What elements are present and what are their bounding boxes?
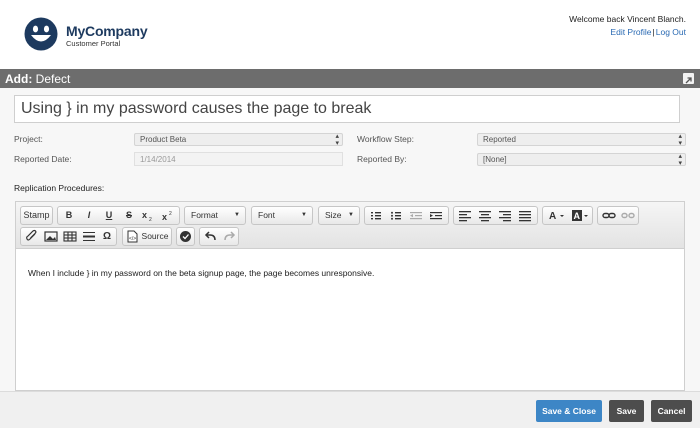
- workflow-step-value: Reported: [483, 135, 516, 144]
- text-color-icon: A: [549, 211, 564, 222]
- special-character-button[interactable]: Ω: [99, 228, 115, 245]
- reported-by-value: [None]: [483, 155, 507, 164]
- svg-text:A: A: [549, 211, 556, 222]
- bulleted-list-icon[interactable]: [388, 207, 404, 224]
- redo-icon[interactable]: [221, 228, 237, 245]
- underline-button[interactable]: U: [100, 207, 118, 224]
- color-group: A A: [542, 206, 593, 225]
- list-indent-group: [364, 206, 449, 225]
- svg-text:2: 2: [149, 217, 152, 222]
- reported-date-label: Reported Date:: [14, 154, 72, 164]
- account-links: Edit Profile|Log Out: [610, 27, 686, 37]
- superscript-button[interactable]: x2: [160, 207, 178, 224]
- subscript-icon: x2: [142, 210, 152, 223]
- company-name: MyCompany: [66, 23, 148, 39]
- dialog-title-prefix: Add:: [5, 72, 33, 86]
- chevron-down-icon: ▼: [301, 212, 307, 218]
- strikethrough-button[interactable]: S: [120, 207, 138, 224]
- link-separator: |: [652, 27, 655, 37]
- stamp-button[interactable]: Stamp: [20, 206, 53, 225]
- svg-text:</>: </>: [129, 236, 136, 242]
- workflow-step-label: Workflow Step:: [357, 134, 415, 144]
- source-document-icon: </>: [127, 230, 138, 243]
- reported-by-select[interactable]: [None] ▴ ▾: [477, 153, 686, 167]
- svg-text:x: x: [162, 212, 167, 222]
- app-header: MyCompany Customer Portal Welcome back V…: [0, 0, 700, 68]
- editor-content[interactable]: When I include } in my password on the b…: [28, 268, 374, 278]
- undo-icon[interactable]: [203, 228, 219, 245]
- image-icon[interactable]: [43, 228, 59, 245]
- select-arrows-icon: ▴ ▾: [335, 133, 339, 147]
- defect-title-input[interactable]: [14, 95, 680, 123]
- italic-button[interactable]: I: [80, 207, 98, 224]
- form-area: Project: Product Beta ▴▾ Workflow Step: …: [0, 88, 700, 391]
- background-color-icon: A: [571, 210, 588, 221]
- cancel-button[interactable]: Cancel: [651, 400, 692, 422]
- save-and-close-button[interactable]: Save & Close: [536, 400, 602, 422]
- link-group: [597, 206, 639, 225]
- source-button[interactable]: </> Source: [122, 227, 172, 246]
- alignment-group: [453, 206, 538, 225]
- history-group: [199, 227, 239, 246]
- dialog-title-entity: Defect: [35, 72, 71, 86]
- chevron-down-icon: ▼: [234, 212, 240, 218]
- bold-button[interactable]: B: [60, 207, 78, 224]
- expand-window-button[interactable]: [683, 73, 694, 84]
- smiley-logo-icon: [24, 17, 58, 51]
- svg-text:A: A: [573, 211, 580, 221]
- format-dropdown-label: Format: [191, 210, 218, 220]
- unlink-icon[interactable]: [620, 207, 636, 224]
- size-dropdown[interactable]: Size ▼: [318, 206, 360, 225]
- subscript-button[interactable]: x2: [140, 207, 158, 224]
- save-button[interactable]: Save: [609, 400, 644, 422]
- format-dropdown[interactable]: Format ▼: [184, 206, 246, 225]
- company-subtitle: Customer Portal: [66, 39, 121, 48]
- project-select[interactable]: Product Beta ▴ ▾: [134, 133, 343, 147]
- dialog-title: Add: Defect: [5, 72, 70, 86]
- link-icon[interactable]: [601, 207, 617, 224]
- replication-procedures-label: Replication Procedures:: [14, 183, 105, 193]
- project-label: Project:: [14, 134, 43, 144]
- project-select-value: Product Beta: [140, 135, 187, 144]
- expand-arrow-icon: [685, 77, 692, 84]
- replication-editor: Stamp B I U S x2 x2 Format ▼ Font ▼ Size…: [15, 201, 685, 391]
- justify-icon[interactable]: [517, 207, 533, 224]
- edit-profile-link[interactable]: Edit Profile: [610, 27, 651, 37]
- horizontal-rule-icon[interactable]: [81, 228, 97, 245]
- dialog-titlebar: Add: Defect: [0, 69, 700, 88]
- select-arrows-icon: ▴ ▾: [678, 133, 682, 147]
- welcome-message: Welcome back Vincent Blanch.: [569, 14, 686, 24]
- indent-icon[interactable]: [428, 207, 444, 224]
- table-icon[interactable]: [62, 228, 78, 245]
- background-color-button[interactable]: A: [569, 207, 592, 224]
- spellcheck-button[interactable]: [176, 227, 195, 246]
- align-center-icon[interactable]: [477, 207, 493, 224]
- workflow-step-select[interactable]: Reported ▴ ▾: [477, 133, 686, 147]
- size-dropdown-label: Size: [325, 210, 342, 220]
- editor-toolbar: Stamp B I U S x2 x2 Format ▼ Font ▼ Size…: [16, 202, 684, 249]
- reported-by-label: Reported By:: [357, 154, 407, 164]
- font-dropdown[interactable]: Font ▼: [251, 206, 313, 225]
- superscript-icon: x2: [162, 211, 172, 222]
- font-dropdown-label: Font: [258, 210, 276, 220]
- source-label: Source: [141, 231, 169, 241]
- stamp-label: Stamp: [23, 210, 50, 220]
- dialog-footer: Save & Close Save Cancel: [0, 391, 700, 428]
- text-color-button[interactable]: A: [545, 207, 568, 224]
- svg-text:x: x: [142, 210, 147, 220]
- select-arrows-icon: ▴ ▾: [678, 153, 682, 167]
- align-right-icon[interactable]: [497, 207, 513, 224]
- svg-text:2: 2: [169, 211, 172, 217]
- reported-date-field: 1/14/2014: [134, 152, 343, 166]
- outdent-icon[interactable]: [408, 207, 424, 224]
- spellcheck-icon: [180, 231, 191, 242]
- align-left-icon[interactable]: [457, 207, 473, 224]
- chevron-down-icon: ▼: [348, 212, 354, 218]
- numbered-list-icon[interactable]: [368, 207, 384, 224]
- logout-link[interactable]: Log Out: [656, 27, 686, 37]
- insert-group: Ω: [20, 227, 117, 246]
- attachment-icon[interactable]: [24, 228, 40, 245]
- text-style-group: B I U S x2 x2: [57, 206, 180, 225]
